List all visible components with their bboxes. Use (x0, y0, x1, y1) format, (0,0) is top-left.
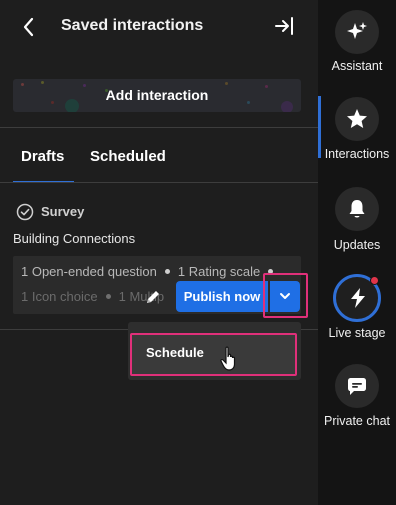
exit-arrow-icon (275, 17, 293, 35)
divider (0, 127, 318, 128)
interaction-type-label: Survey (41, 204, 85, 219)
rail-item-private-chat[interactable]: Private chat (318, 358, 396, 438)
bullet-separator (268, 269, 274, 274)
rail-icon-circle (335, 364, 379, 408)
rail-label: Live stage (328, 326, 386, 340)
back-button[interactable] (18, 14, 40, 40)
rail-label: Private chat (323, 414, 390, 428)
tab-scheduled[interactable]: Scheduled (90, 148, 166, 165)
rail-label: Updates (333, 238, 381, 252)
rail-item-updates[interactable]: Updates (318, 180, 396, 260)
chat-bubble-icon (348, 378, 366, 395)
saved-interactions-panel: Saved interactions Add interaction Draft… (0, 0, 318, 505)
page-title: Saved interactions (61, 17, 204, 34)
question-summary: 1 Open-ended question 1 Rating scale (21, 264, 281, 279)
rail-label: Interactions (324, 147, 390, 161)
chevron-left-icon (23, 17, 34, 37)
side-navigation-rail: Assistant Interactions Updates Live stag… (318, 0, 396, 505)
exit-button[interactable] (272, 13, 298, 39)
lightning-icon (351, 288, 365, 308)
publish-options-button[interactable] (270, 281, 300, 312)
rail-item-assistant[interactable]: Assistant (318, 0, 396, 80)
rail-icon-circle (335, 97, 379, 141)
add-interaction-button[interactable]: Add interaction (13, 79, 301, 112)
question-summary: 1 Icon choice 1 Multip (21, 289, 164, 304)
rail-label: Assistant (331, 59, 383, 73)
hand-cursor-icon (220, 346, 236, 371)
active-rail-indicator (318, 96, 321, 158)
rail-item-live-stage[interactable]: Live stage (318, 270, 396, 350)
star-icon (347, 109, 367, 128)
sparkle-icon (347, 22, 367, 39)
bullet-separator (105, 294, 111, 299)
panel-header: Saved interactions (0, 0, 318, 56)
divider (0, 182, 318, 183)
question-item: 1 Rating scale (177, 264, 261, 279)
bullet-separator (164, 269, 170, 274)
bell-icon (349, 200, 365, 218)
add-interaction-label: Add interaction (105, 87, 209, 103)
pencil-icon (147, 291, 159, 303)
confetti-decoration (21, 83, 24, 86)
schedule-label: Schedule (146, 345, 204, 360)
schedule-menu-item[interactable]: Schedule (130, 333, 297, 376)
interaction-name: Building Connections (13, 231, 136, 246)
rail-icon-circle (335, 10, 379, 54)
confetti-decoration (225, 82, 228, 85)
rail-icon-circle (335, 187, 379, 231)
confetti-decoration (41, 81, 44, 84)
edit-button[interactable] (144, 288, 162, 306)
check-circle-icon (16, 203, 34, 221)
rail-item-interactions[interactable]: Interactions (318, 90, 396, 170)
notification-dot (370, 276, 379, 285)
question-item: 1 Open-ended question (21, 264, 157, 279)
chevron-down-icon (280, 293, 290, 299)
publish-now-button[interactable]: Publish now (176, 281, 268, 312)
question-item: 1 Icon choice (21, 289, 98, 304)
tab-drafts[interactable]: Drafts (21, 148, 64, 165)
